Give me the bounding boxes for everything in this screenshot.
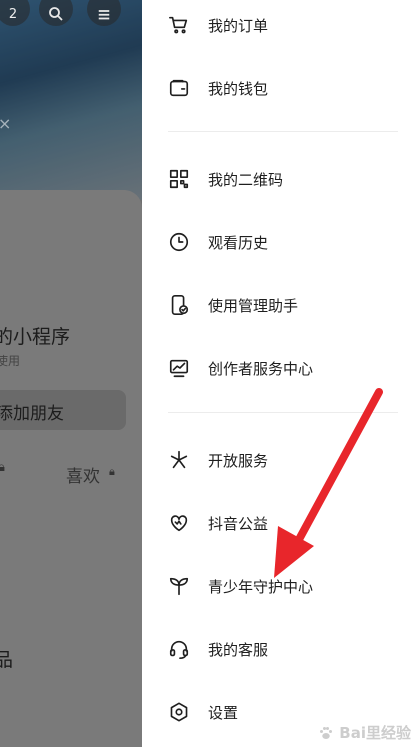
baidu-watermark: Bai里经验 [317, 722, 411, 743]
shopping-cart-icon [168, 14, 190, 36]
menu-item-teen-protection[interactable]: 青少年守护中心 [142, 564, 419, 608]
settings-icon [168, 701, 190, 723]
menu-item-label: 我的二维码 [208, 170, 284, 189]
menu-icon [98, 10, 110, 20]
menu-item-label: 设置 [208, 703, 239, 722]
menu-item-customer-service[interactable]: 我的客服 [142, 627, 419, 671]
qr-code-icon [168, 168, 190, 190]
background-text: 品 [0, 649, 14, 671]
mini-program-title: 的小程序 [0, 326, 71, 348]
menu-item-orders[interactable]: 我的订单 [142, 3, 419, 47]
menu-item-label: 我的钱包 [208, 79, 269, 98]
watermark-text: Bai里经验 [339, 724, 411, 742]
headset-icon [168, 638, 190, 660]
menu-item-label: 我的客服 [208, 640, 269, 659]
menu-item-wallet[interactable]: 我的钱包 [142, 66, 419, 110]
sprout-icon [168, 575, 190, 597]
paw-icon [320, 726, 333, 739]
menu-item-usage-assistant[interactable]: 使用管理助手 [142, 283, 419, 327]
heart-hands-icon [168, 512, 190, 534]
search-icon [49, 7, 63, 21]
menu-item-qr-code[interactable]: 我的二维码 [142, 157, 419, 201]
divider [168, 412, 398, 413]
badge-count-text: 2 [8, 6, 18, 22]
clock-icon [168, 231, 190, 253]
monitor-chart-icon [168, 357, 190, 379]
asterisk-icon [168, 449, 190, 471]
menu-item-open-services[interactable]: 开放服务 [142, 438, 419, 482]
menu-item-label: 青少年守护中心 [208, 577, 314, 596]
menu-item-label: 创作者服务中心 [208, 359, 314, 378]
tab-like[interactable]: 喜欢 [66, 462, 100, 487]
menu-item-label: 开放服务 [208, 451, 269, 470]
side-drawer-menu: 我的订单 我的钱包 我的二维码 观看历史 使用管理助手 创作者服务中心 开放服务… [142, 0, 419, 747]
add-friend-label: 添加朋友 [0, 404, 64, 424]
menu-item-creator-center[interactable]: 创作者服务中心 [142, 346, 419, 390]
menu-item-label: 观看历史 [208, 233, 269, 252]
menu-item-label: 抖音公益 [208, 514, 269, 533]
menu-item-charity[interactable]: 抖音公益 [142, 501, 419, 545]
background-profile-page: × 2 的小程序 使用 添加朋友 🔒︎ 喜欢 🔒︎ 品 [0, 0, 142, 747]
menu-item-label: 使用管理助手 [208, 296, 299, 315]
phone-check-icon [168, 294, 190, 316]
profile-banner [0, 0, 142, 200]
banner-mark: × [0, 114, 12, 133]
wallet-icon [168, 77, 190, 99]
lock-icon: 🔒︎ [0, 460, 5, 475]
divider [168, 131, 398, 132]
mini-program-subtitle: 使用 [0, 354, 21, 368]
menu-item-label: 我的订单 [208, 16, 269, 35]
menu-item-watch-history[interactable]: 观看历史 [142, 220, 419, 264]
lock-icon: 🔒︎ [109, 465, 115, 478]
